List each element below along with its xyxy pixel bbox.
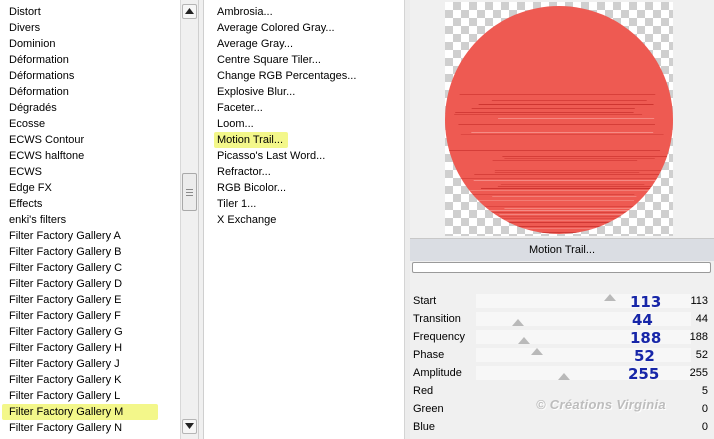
category-item[interactable]: Déformation xyxy=(9,84,69,100)
progress-bar xyxy=(412,262,711,273)
effect-item[interactable]: Picasso's Last Word... xyxy=(217,148,325,164)
param-label: Frequency xyxy=(413,331,465,343)
category-item[interactable]: Effects xyxy=(9,196,42,212)
effect-item[interactable]: Explosive Blur... xyxy=(217,84,295,100)
category-item[interactable]: Dominion xyxy=(9,36,55,52)
param-row-transition[interactable]: Transition 44 xyxy=(410,310,714,328)
category-item[interactable]: Ecosse xyxy=(9,116,45,132)
effect-item[interactable]: Average Gray... xyxy=(217,36,293,52)
arrow-up-icon xyxy=(185,8,194,14)
annotation-value: 113 xyxy=(630,293,662,311)
category-item[interactable]: Filter Factory Gallery H xyxy=(9,340,122,356)
effect-item[interactable]: X Exchange xyxy=(217,212,276,228)
effect-name-label: Motion Trail... xyxy=(410,238,714,261)
category-item[interactable]: Filter Factory Gallery D xyxy=(9,276,122,292)
watermark: © Créations Virginia xyxy=(536,397,666,412)
category-item[interactable]: Filter Factory Gallery M xyxy=(2,404,158,420)
scrollbar-thumb[interactable] xyxy=(182,173,197,211)
param-label: Start xyxy=(413,295,437,307)
effect-item[interactable]: Motion Trail... xyxy=(214,132,289,148)
category-item[interactable]: ECWS xyxy=(9,164,42,180)
param-label: Phase xyxy=(413,349,445,361)
param-row-amplitude[interactable]: Amplitude 255 xyxy=(410,364,714,382)
effect-item[interactable]: Ambrosia... xyxy=(217,4,273,20)
scroll-down-button[interactable] xyxy=(182,419,197,434)
param-slider[interactable] xyxy=(476,348,691,362)
parameter-list: Start 113 113 Transition 44 44 Frequency 188 188… xyxy=(410,292,714,439)
param-label: Amplitude xyxy=(413,367,462,379)
category-item[interactable]: Filter Factory Gallery F xyxy=(9,308,121,324)
slider-marker[interactable] xyxy=(512,319,524,326)
param-row-blue[interactable]: Blue 0 xyxy=(410,418,714,436)
category-item[interactable]: Filter Factory Gallery G xyxy=(9,324,123,340)
annotation-value: 52 xyxy=(634,347,655,365)
arrow-down-icon xyxy=(185,423,194,429)
category-scrollbar[interactable] xyxy=(180,0,199,439)
category-item[interactable]: Distort xyxy=(9,4,41,20)
category-item[interactable]: Filter Factory Gallery N xyxy=(9,420,122,436)
param-value: 5 xyxy=(701,385,708,397)
category-item[interactable]: ECWS halftone xyxy=(9,148,84,164)
filter-category-list[interactable]: Distort Divers Dominion Déformation Déformat… xyxy=(0,0,180,439)
effect-item[interactable]: Tiler 1... xyxy=(217,196,256,212)
category-item[interactable]: Filter Factory Gallery J xyxy=(9,356,120,372)
category-item[interactable]: Divers xyxy=(9,20,40,36)
category-item[interactable]: Déformation xyxy=(9,52,69,68)
category-item[interactable]: Filter Factory Gallery A xyxy=(9,228,121,244)
param-value: 255 xyxy=(689,367,708,379)
scroll-up-button[interactable] xyxy=(182,4,197,19)
category-item[interactable]: Déformations xyxy=(9,68,74,84)
effect-item[interactable]: Centre Square Tiler... xyxy=(217,52,321,68)
category-item[interactable]: Edge FX xyxy=(9,180,52,196)
param-value: 0 xyxy=(701,421,708,433)
param-value: 44 xyxy=(695,313,708,325)
param-label: Red xyxy=(413,385,434,397)
effect-item[interactable]: Change RGB Percentages... xyxy=(217,68,356,84)
param-value: 113 xyxy=(690,295,708,307)
slider-marker[interactable] xyxy=(531,348,543,355)
effect-item[interactable]: RGB Bicolor... xyxy=(217,180,286,196)
param-row-frequency[interactable]: Frequency 188 xyxy=(410,328,714,346)
category-item[interactable]: Filter Factory Gallery L xyxy=(9,388,120,404)
annotation-value: 44 xyxy=(632,311,653,329)
preview-image xyxy=(445,6,673,234)
effect-item[interactable]: Faceter... xyxy=(217,100,263,116)
effect-item[interactable]: Average Colored Gray... xyxy=(217,20,335,36)
param-value: 52 xyxy=(695,349,708,361)
effect-preview xyxy=(445,2,673,236)
category-item[interactable]: ECWS Contour xyxy=(9,132,84,148)
slider-marker[interactable] xyxy=(558,373,570,380)
category-item[interactable]: Filter Factory Gallery B xyxy=(9,244,121,260)
slider-marker[interactable] xyxy=(518,337,530,344)
effect-list[interactable]: Ambrosia... Average Colored Gray... Averag… xyxy=(204,0,404,439)
param-label: Transition xyxy=(413,313,461,325)
param-label: Green xyxy=(413,403,444,415)
param-value: 0 xyxy=(701,403,708,415)
param-row-phase[interactable]: Phase 52 xyxy=(410,346,714,364)
effect-item[interactable]: Loom... xyxy=(217,116,254,132)
param-value: 188 xyxy=(689,331,708,343)
effect-item[interactable]: Refractor... xyxy=(217,164,271,180)
annotation-value: 255 xyxy=(628,365,660,383)
category-item[interactable]: Dégradés xyxy=(9,100,57,116)
param-row-start[interactable]: Start 113 xyxy=(410,292,714,310)
category-item[interactable]: Filter Factory Gallery C xyxy=(9,260,122,276)
category-item[interactable]: Filter Factory Gallery E xyxy=(9,292,121,308)
param-label: Blue xyxy=(413,421,436,433)
annotation-value: 188 xyxy=(630,329,662,347)
param-slider[interactable] xyxy=(476,312,691,326)
category-item[interactable]: enki's filters xyxy=(9,212,66,228)
category-item[interactable]: Filter Factory Gallery K xyxy=(9,372,121,388)
slider-marker[interactable] xyxy=(604,294,616,301)
